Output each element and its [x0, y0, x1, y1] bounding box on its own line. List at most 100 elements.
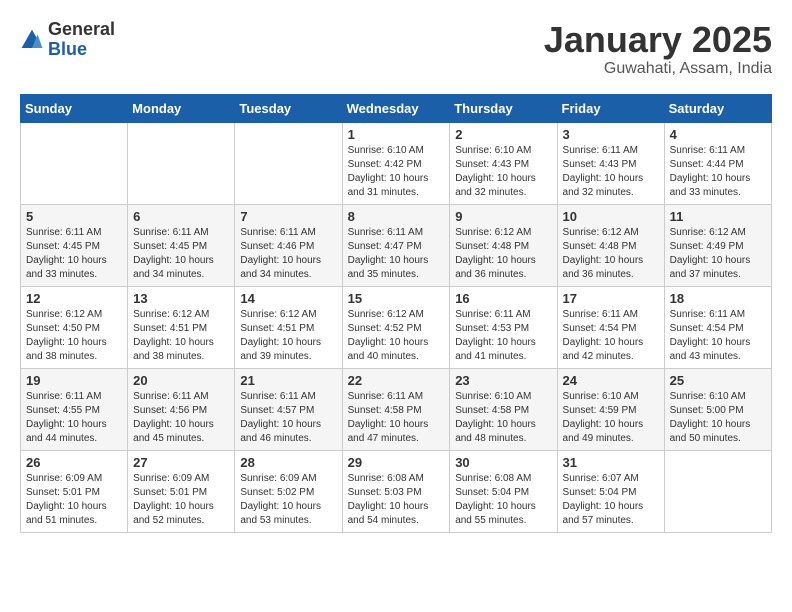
day-info: Sunrise: 6:12 AM Sunset: 4:51 PM Dayligh… — [133, 308, 229, 364]
day-info: Sunrise: 6:11 AM Sunset: 4:46 PM Dayligh… — [240, 226, 336, 282]
calendar-header: SundayMondayTuesdayWednesdayThursdayFrid… — [21, 94, 772, 122]
calendar-week-row: 26 Sunrise: 6:09 AM Sunset: 5:01 PM Dayli… — [21, 450, 772, 532]
day-info: Sunrise: 6:11 AM Sunset: 4:53 PM Dayligh… — [455, 308, 551, 364]
day-number: 11 — [670, 209, 766, 224]
day-number: 8 — [348, 209, 445, 224]
weekday-header: Friday — [557, 94, 664, 122]
calendar-cell: 6 Sunrise: 6:11 AM Sunset: 4:45 PM Daylig… — [128, 204, 235, 286]
calendar-cell: 10 Sunrise: 6:12 AM Sunset: 4:48 PM Dayli… — [557, 204, 664, 286]
day-number: 9 — [455, 209, 551, 224]
day-number: 29 — [348, 455, 445, 470]
logo-general: General — [48, 20, 115, 40]
calendar-cell: 30 Sunrise: 6:08 AM Sunset: 5:04 PM Dayli… — [450, 450, 557, 532]
day-number: 12 — [26, 291, 122, 306]
day-info: Sunrise: 6:09 AM Sunset: 5:01 PM Dayligh… — [26, 472, 122, 528]
day-info: Sunrise: 6:11 AM Sunset: 4:55 PM Dayligh… — [26, 390, 122, 446]
day-number: 19 — [26, 373, 122, 388]
day-info: Sunrise: 6:11 AM Sunset: 4:43 PM Dayligh… — [563, 144, 659, 200]
calendar-week-row: 5Sunrise: 6:11 AM Sunset: 4:45 PM Daylig… — [21, 204, 772, 286]
calendar-cell: 7 Sunrise: 6:11 AM Sunset: 4:46 PM Daylig… — [235, 204, 342, 286]
day-info: Sunrise: 6:11 AM Sunset: 4:56 PM Dayligh… — [133, 390, 229, 446]
logo-blue: Blue — [48, 40, 115, 60]
day-number: 31 — [563, 455, 659, 470]
weekday-header: Wednesday — [342, 94, 450, 122]
day-number: 21 — [240, 373, 336, 388]
calendar-cell: 19 Sunrise: 6:11 AM Sunset: 4:55 PM Dayli… — [21, 368, 128, 450]
calendar-cell: 26 Sunrise: 6:09 AM Sunset: 5:01 PM Dayli… — [21, 450, 128, 532]
day-info: Sunrise: 6:12 AM Sunset: 4:48 PM Dayligh… — [563, 226, 659, 282]
day-number: 1 — [348, 127, 445, 142]
day-number: 18 — [670, 291, 766, 306]
calendar-cell: 15 Sunrise: 6:12 AM Sunset: 4:52 PM Dayli… — [342, 286, 450, 368]
calendar-cell: 20 Sunrise: 6:11 AM Sunset: 4:56 PM Dayli… — [128, 368, 235, 450]
logo-icon — [20, 28, 44, 52]
weekday-header: Monday — [128, 94, 235, 122]
day-info: Sunrise: 6:07 AM Sunset: 5:04 PM Dayligh… — [563, 472, 659, 528]
day-info: Sunrise: 6:11 AM Sunset: 4:45 PM Dayligh… — [133, 226, 229, 282]
calendar-cell: 11Sunrise: 6:12 AM Sunset: 4:49 PM Dayli… — [664, 204, 771, 286]
weekday-header: Thursday — [450, 94, 557, 122]
day-info: Sunrise: 6:08 AM Sunset: 5:04 PM Dayligh… — [455, 472, 551, 528]
day-number: 30 — [455, 455, 551, 470]
calendar-cell: 14Sunrise: 6:12 AM Sunset: 4:51 PM Dayli… — [235, 286, 342, 368]
day-info: Sunrise: 6:11 AM Sunset: 4:57 PM Dayligh… — [240, 390, 336, 446]
day-number: 20 — [133, 373, 229, 388]
day-info: Sunrise: 6:12 AM Sunset: 4:51 PM Dayligh… — [240, 308, 336, 364]
day-number: 10 — [563, 209, 659, 224]
day-info: Sunrise: 6:11 AM Sunset: 4:45 PM Dayligh… — [26, 226, 122, 282]
page-header: General Blue January 2025 Guwahati, Assa… — [20, 20, 772, 78]
day-info: Sunrise: 6:12 AM Sunset: 4:52 PM Dayligh… — [348, 308, 445, 364]
title-block: January 2025 Guwahati, Assam, India — [544, 20, 772, 78]
calendar-cell: 1 Sunrise: 6:10 AM Sunset: 4:42 PM Daylig… — [342, 122, 450, 204]
calendar-cell: 21 Sunrise: 6:11 AM Sunset: 4:57 PM Dayli… — [235, 368, 342, 450]
day-number: 23 — [455, 373, 551, 388]
day-number: 13 — [133, 291, 229, 306]
day-number: 26 — [26, 455, 122, 470]
logo-text: General Blue — [48, 20, 115, 60]
day-info: Sunrise: 6:09 AM Sunset: 5:02 PM Dayligh… — [240, 472, 336, 528]
day-info: Sunrise: 6:11 AM Sunset: 4:47 PM Dayligh… — [348, 226, 445, 282]
calendar-cell: 28 Sunrise: 6:09 AM Sunset: 5:02 PM Dayli… — [235, 450, 342, 532]
day-info: Sunrise: 6:10 AM Sunset: 5:00 PM Dayligh… — [670, 390, 766, 446]
day-info: Sunrise: 6:10 AM Sunset: 4:42 PM Dayligh… — [348, 144, 445, 200]
calendar-body: 1 Sunrise: 6:10 AM Sunset: 4:42 PM Daylig… — [21, 122, 772, 532]
calendar-cell: 5Sunrise: 6:11 AM Sunset: 4:45 PM Daylig… — [21, 204, 128, 286]
day-number: 6 — [133, 209, 229, 224]
day-number: 15 — [348, 291, 445, 306]
day-number: 16 — [455, 291, 551, 306]
calendar-cell: 23Sunrise: 6:10 AM Sunset: 4:58 PM Dayli… — [450, 368, 557, 450]
day-info: Sunrise: 6:09 AM Sunset: 5:01 PM Dayligh… — [133, 472, 229, 528]
day-info: Sunrise: 6:10 AM Sunset: 4:59 PM Dayligh… — [563, 390, 659, 446]
calendar-week-row: 1 Sunrise: 6:10 AM Sunset: 4:42 PM Daylig… — [21, 122, 772, 204]
calendar-cell: 8 Sunrise: 6:11 AM Sunset: 4:47 PM Daylig… — [342, 204, 450, 286]
calendar-cell: 25 Sunrise: 6:10 AM Sunset: 5:00 PM Dayli… — [664, 368, 771, 450]
weekday-row: SundayMondayTuesdayWednesdayThursdayFrid… — [21, 94, 772, 122]
calendar-cell: 31 Sunrise: 6:07 AM Sunset: 5:04 PM Dayli… — [557, 450, 664, 532]
calendar-table: SundayMondayTuesdayWednesdayThursdayFrid… — [20, 94, 772, 533]
calendar-cell: 13 Sunrise: 6:12 AM Sunset: 4:51 PM Dayli… — [128, 286, 235, 368]
calendar-cell — [21, 122, 128, 204]
day-number: 25 — [670, 373, 766, 388]
calendar-cell: 24Sunrise: 6:10 AM Sunset: 4:59 PM Dayli… — [557, 368, 664, 450]
calendar-cell: 2 Sunrise: 6:10 AM Sunset: 4:43 PM Daylig… — [450, 122, 557, 204]
day-info: Sunrise: 6:08 AM Sunset: 5:03 PM Dayligh… — [348, 472, 445, 528]
calendar-cell — [128, 122, 235, 204]
day-number: 2 — [455, 127, 551, 142]
day-number: 28 — [240, 455, 336, 470]
day-number: 4 — [670, 127, 766, 142]
calendar-week-row: 12Sunrise: 6:12 AM Sunset: 4:50 PM Dayli… — [21, 286, 772, 368]
calendar-cell: 29 Sunrise: 6:08 AM Sunset: 5:03 PM Dayli… — [342, 450, 450, 532]
day-number: 22 — [348, 373, 445, 388]
calendar-cell: 22Sunrise: 6:11 AM Sunset: 4:58 PM Dayli… — [342, 368, 450, 450]
calendar-cell: 18Sunrise: 6:11 AM Sunset: 4:54 PM Dayli… — [664, 286, 771, 368]
day-number: 17 — [563, 291, 659, 306]
calendar-cell — [235, 122, 342, 204]
logo: General Blue — [20, 20, 115, 60]
day-info: Sunrise: 6:10 AM Sunset: 4:43 PM Dayligh… — [455, 144, 551, 200]
location: Guwahati, Assam, India — [544, 60, 772, 78]
day-info: Sunrise: 6:12 AM Sunset: 4:48 PM Dayligh… — [455, 226, 551, 282]
calendar-cell: 9 Sunrise: 6:12 AM Sunset: 4:48 PM Daylig… — [450, 204, 557, 286]
month-title: January 2025 — [544, 20, 772, 60]
day-number: 27 — [133, 455, 229, 470]
day-number: 7 — [240, 209, 336, 224]
